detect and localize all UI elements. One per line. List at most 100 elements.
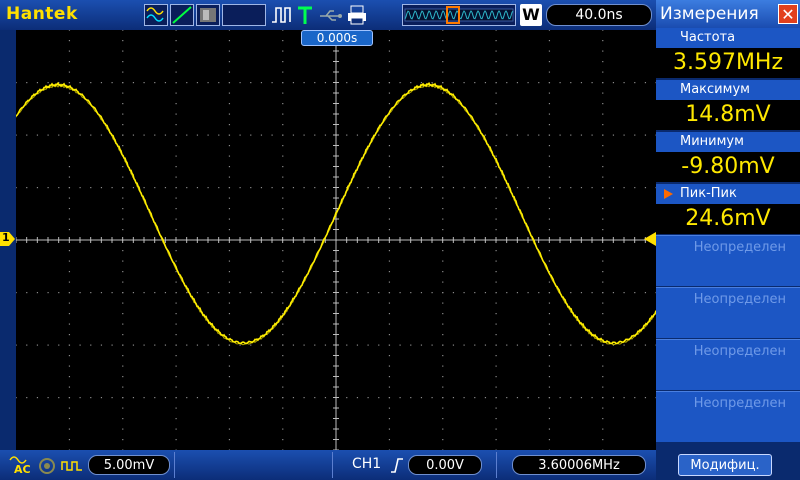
measurement-slot-undefined[interactable]: Неопределен: [656, 391, 800, 442]
grid-dot: [207, 134, 209, 136]
grid-dot: [228, 166, 231, 168]
grid-dot: [548, 418, 551, 420]
grid-dot: [239, 397, 241, 399]
ramp-mode-icon[interactable]: [170, 4, 194, 26]
grid-dot: [463, 397, 465, 399]
grid-dot: [346, 344, 348, 346]
grid-dot: [452, 397, 455, 399]
grid-dot: [228, 187, 231, 189]
grid-dot: [644, 187, 647, 189]
trigger-t-icon[interactable]: [296, 4, 314, 26]
grid-dot: [506, 344, 508, 346]
measurement-slot-undefined[interactable]: Неопределен: [656, 235, 800, 286]
grid-dot: [548, 103, 551, 105]
grid-dot: [388, 145, 391, 147]
grid-dot: [100, 397, 103, 399]
grid-dot: [122, 124, 124, 126]
grid-dot: [282, 397, 284, 399]
grid-dot: [420, 397, 423, 399]
grid-dot: [388, 40, 391, 42]
grid-dot: [442, 418, 444, 420]
grid-dot: [442, 61, 444, 63]
close-icon[interactable]: ✕: [778, 4, 798, 24]
grid-dot: [164, 187, 167, 189]
grid-dot: [570, 134, 572, 136]
grid-dot: [228, 113, 231, 115]
grid-dot: [196, 397, 199, 399]
grid-dot: [122, 113, 124, 115]
grid-dot: [591, 134, 593, 136]
grid-dot: [356, 292, 359, 294]
waveform-display[interactable]: [16, 30, 656, 450]
timebase-display[interactable]: 40.0ns: [546, 4, 652, 26]
grid-dot: [100, 344, 103, 346]
measurement-slot-undefined[interactable]: Неопределен: [656, 287, 800, 338]
channel-1-marker[interactable]: 1: [0, 231, 16, 246]
grid-dot: [228, 281, 231, 283]
grid-dot: [175, 113, 177, 115]
trigger-level-display[interactable]: 0.00V: [408, 455, 482, 475]
grid-dot: [442, 187, 444, 189]
grid-dot: [388, 260, 391, 262]
measurement-label-peak-to-peak[interactable]: Пик-Пик: [656, 184, 800, 204]
measurement-label-minimum[interactable]: Минимум: [656, 132, 800, 152]
grid-dot: [324, 344, 327, 346]
grid-dot: [527, 187, 529, 189]
memory-position-bar[interactable]: [402, 4, 516, 26]
volts-div-display[interactable]: 5.00mV: [88, 455, 170, 475]
grid-dot: [271, 134, 273, 136]
grid-dot: [228, 103, 231, 105]
probe-icon[interactable]: [60, 456, 84, 474]
grid-dot: [378, 292, 380, 294]
measurement-slot-undefined[interactable]: Неопределен: [656, 339, 800, 390]
modify-button[interactable]: Модифиц.: [678, 454, 772, 476]
grid-dot: [580, 292, 583, 294]
grid-dot: [175, 386, 177, 388]
grid-dot: [100, 134, 103, 136]
measurement-label-maximum[interactable]: Максимум: [656, 80, 800, 100]
grid-dot: [442, 134, 444, 136]
grid-dot: [623, 344, 625, 346]
grid-dot: [282, 103, 284, 105]
grid-dot: [495, 40, 497, 42]
grid-dot: [442, 113, 444, 115]
grid-dot: [68, 50, 71, 52]
grid-dot: [634, 344, 636, 346]
display-mode-icon[interactable]: [196, 4, 220, 26]
grid-dot: [314, 134, 316, 136]
grid-dot: [442, 250, 444, 252]
grid-dot: [495, 271, 497, 273]
grid-dot: [68, 61, 71, 63]
grid-dot: [580, 134, 583, 136]
grid-dot: [548, 218, 551, 220]
grid-dot: [239, 187, 241, 189]
measurement-label-frequency[interactable]: Частота: [656, 28, 800, 48]
grid-dot: [602, 418, 604, 420]
grid-dot: [548, 187, 551, 189]
grid-dot: [399, 397, 401, 399]
trigger-level-marker[interactable]: [642, 231, 656, 246]
grid-dot: [324, 82, 327, 84]
grid-dot: [442, 229, 444, 231]
printer-icon[interactable]: [346, 4, 368, 26]
grid-dot: [68, 355, 71, 357]
bandwidth-limit-icon[interactable]: [38, 457, 56, 475]
grid-dot: [122, 344, 124, 346]
grid-dot: [282, 365, 284, 367]
grid-dot: [442, 208, 444, 210]
grid-dot: [623, 292, 625, 294]
grid-dot: [548, 30, 551, 31]
grid-dot: [388, 418, 391, 420]
grid-dot: [548, 334, 551, 336]
rising-edge-icon[interactable]: [390, 456, 404, 474]
grid-dot: [442, 155, 444, 157]
grid-dot: [122, 439, 124, 441]
grid-dot: [602, 176, 604, 178]
pulse-trigger-icon[interactable]: [270, 4, 294, 26]
grid-dot: [175, 197, 177, 199]
grid-dot: [367, 292, 369, 294]
trigger-position-label[interactable]: 0.000s: [301, 30, 373, 46]
waveform-mode-icon[interactable]: [144, 4, 168, 26]
ac-coupling-icon[interactable]: AC: [8, 454, 34, 476]
grid-dot: [602, 292, 604, 294]
